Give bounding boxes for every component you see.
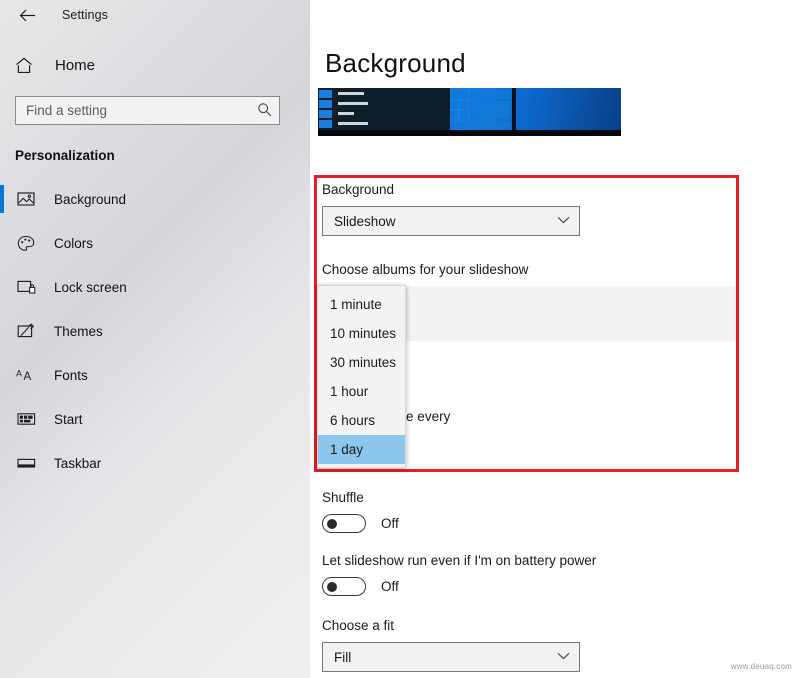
lock-screen-icon <box>15 276 37 298</box>
preview-divider <box>512 88 516 130</box>
sidebar-item-label: Taskbar <box>54 455 102 471</box>
sidebar-item-background[interactable]: Background <box>0 177 310 221</box>
home-icon <box>15 57 39 74</box>
preview-taskbar <box>318 130 621 136</box>
background-field-label: Background <box>322 182 395 197</box>
fit-label: Choose a fit <box>322 618 395 633</box>
dropdown-option[interactable]: 1 hour <box>318 377 405 406</box>
sidebar-item-label: Lock screen <box>54 279 127 295</box>
dropdown-option[interactable]: 30 minutes <box>318 348 405 377</box>
sidebar-item-themes[interactable]: Themes <box>0 309 310 353</box>
svg-text:A: A <box>24 371 32 383</box>
svg-text:A: A <box>16 369 22 379</box>
battery-state: Off <box>381 579 399 594</box>
dropdown-option[interactable]: 10 minutes <box>318 319 405 348</box>
sidebar-item-taskbar[interactable]: Taskbar <box>0 441 310 485</box>
chevron-down-icon <box>557 651 570 663</box>
page-title: Background <box>325 48 466 78</box>
back-arrow-icon[interactable] <box>14 2 40 28</box>
sidebar: Settings Home Personalization <box>0 0 310 678</box>
chevron-down-icon <box>557 215 570 227</box>
fit-select[interactable]: Fill <box>322 642 580 672</box>
sidebar-item-label: Start <box>54 411 83 427</box>
picture-icon <box>15 188 37 210</box>
toggle-knob <box>327 518 337 529</box>
battery-setting: Let slideshow run even if I'm on battery… <box>322 553 596 596</box>
sidebar-item-fonts[interactable]: A A Fonts <box>0 353 310 397</box>
change-interval-dropdown[interactable]: 1 minute 10 minutes 30 minutes 1 hour 6 … <box>317 285 406 468</box>
palette-icon <box>15 232 37 254</box>
watermark: www.deuaq.com <box>730 662 792 671</box>
search-box <box>15 96 280 125</box>
title-bar: Settings <box>0 0 310 30</box>
shuffle-label: Shuffle <box>322 490 364 505</box>
shuffle-setting: Shuffle Off <box>322 490 399 533</box>
dropdown-option[interactable]: 6 hours <box>318 406 405 435</box>
sidebar-item-home[interactable]: Home <box>0 48 310 82</box>
sidebar-item-label: Themes <box>54 323 103 339</box>
preview-start-rail <box>318 88 334 130</box>
start-tiles-icon <box>15 408 37 430</box>
home-label: Home <box>55 56 96 74</box>
shuffle-state: Off <box>381 516 399 531</box>
window-title: Settings <box>62 8 108 22</box>
desktop-preview-image <box>318 88 621 136</box>
fonts-aa-icon: A A <box>15 364 37 386</box>
settings-window: Settings Home Personalization <box>0 0 800 678</box>
dropdown-option-selected[interactable]: 1 day <box>318 435 405 464</box>
shuffle-toggle[interactable] <box>322 514 366 533</box>
sidebar-item-label: Colors <box>54 235 94 251</box>
sidebar-item-colors[interactable]: Colors <box>0 221 310 265</box>
battery-label: Let slideshow run even if I'm on battery… <box>322 553 597 568</box>
background-select[interactable]: Slideshow <box>322 206 580 236</box>
search-input[interactable] <box>15 96 280 125</box>
fit-select-value: Fill <box>334 649 352 665</box>
preview-start-menu <box>318 88 450 130</box>
background-select-value: Slideshow <box>334 213 396 229</box>
dropdown-option[interactable]: 1 minute <box>318 290 405 319</box>
selection-accent-bar <box>0 185 4 213</box>
sidebar-item-label: Background <box>54 191 127 207</box>
main-content: Background Background Slideshow Choose a… <box>310 0 800 678</box>
sidebar-item-lock-screen[interactable]: Lock screen <box>0 265 310 309</box>
section-title: Personalization <box>15 148 115 163</box>
albums-label: Choose albums for your slideshow <box>322 262 529 277</box>
taskbar-icon <box>15 452 37 474</box>
themes-brush-icon <box>15 320 37 342</box>
sidebar-nav: Background Colors Lock screen Themes A A… <box>0 177 310 485</box>
battery-toggle[interactable] <box>322 577 366 596</box>
sidebar-item-start[interactable]: Start <box>0 397 310 441</box>
preview-start-tiles <box>450 88 512 130</box>
sidebar-item-label: Fonts <box>54 367 88 383</box>
toggle-knob <box>327 581 337 592</box>
